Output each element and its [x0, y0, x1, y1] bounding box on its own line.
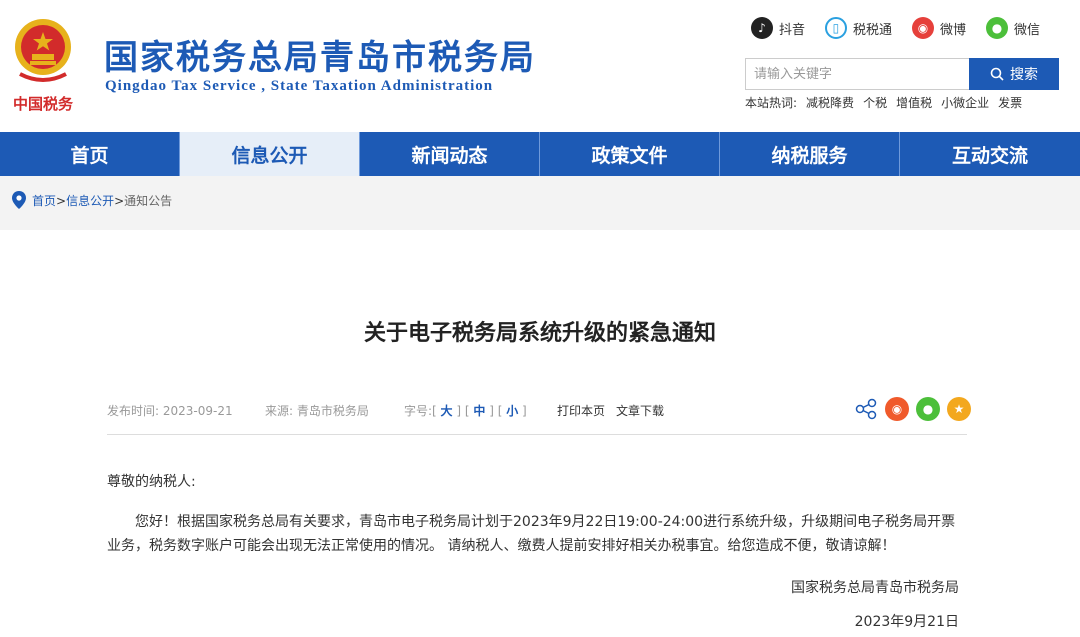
search-box: 搜索 — [745, 58, 1059, 90]
social-label: 税税通 — [852, 22, 892, 38]
breadcrumb-separator: > — [56, 193, 67, 208]
breadcrumb-bar: 首页>信息公开>通知公告 — [0, 176, 1080, 230]
social-link-wechat[interactable]: ● 微信 — [985, 17, 1040, 39]
social-links: ♪ 抖音 ▯ 税税通 ◉ 微博 ● 微信 — [750, 17, 1040, 39]
publish-time: 发布时间: 2023-09-21 — [107, 404, 233, 418]
social-label: 微博 — [939, 22, 966, 38]
hot-keywords-label: 本站热词: — [745, 96, 798, 110]
article-body: 尊敬的纳税人: 您好！根据国家税务总局有关要求，青岛市电子税务局计划于2023年… — [107, 470, 967, 634]
meta-divider — [107, 434, 967, 435]
article-signature: 国家税务总局青岛市税务局 — [791, 580, 959, 596]
breadcrumb-info-disclosure[interactable]: 信息公开 — [66, 194, 114, 208]
nav-item-home[interactable]: 首页 — [0, 132, 180, 176]
article-title: 关于电子税务局系统升级的紧急通知 — [363, 321, 716, 346]
social-link-douyin[interactable]: ♪ 抖音 — [750, 17, 805, 39]
social-label: 微信 — [1013, 22, 1040, 38]
download-article-link[interactable]: 文章下载 — [616, 402, 664, 419]
weibo-icon: ◉ — [911, 17, 934, 39]
breadcrumb-current: 通知公告 — [124, 193, 173, 208]
font-size-small-button[interactable]: 小 — [506, 404, 518, 418]
breadcrumb-home[interactable]: 首页 — [32, 194, 56, 208]
hot-keyword-link[interactable]: 个税 — [863, 94, 887, 111]
article-paragraph: 您好！根据国家税务总局有关要求，青岛市电子税务局计划于2023年9月22日19:… — [107, 514, 956, 554]
article-source: 来源: 青岛市税务局 — [265, 404, 369, 418]
share-icon[interactable] — [854, 397, 878, 421]
share-weibo-icon[interactable]: ◉ — [885, 397, 909, 421]
social-link-weibo[interactable]: ◉ 微博 — [911, 17, 966, 39]
nav-item-tax-service[interactable]: 纳税服务 — [720, 132, 900, 176]
site-subtitle: Qingdao Tax Service , State Taxation Adm… — [105, 78, 494, 94]
font-size-medium-button[interactable]: 中 — [473, 404, 485, 418]
share-wechat-icon[interactable]: ● — [916, 397, 940, 421]
site-title[interactable]: 国家税务总局青岛市税务局 — [104, 30, 536, 79]
national-emblem-logo[interactable]: 中国税务 — [10, 14, 76, 114]
hot-keyword-link[interactable]: 减税降费 — [806, 94, 854, 111]
nav-item-policy[interactable]: 政策文件 — [540, 132, 720, 176]
article-date: 2023年9月21日 — [854, 614, 959, 630]
social-label: 抖音 — [778, 22, 805, 38]
search-button[interactable]: 搜索 — [969, 58, 1059, 90]
print-page-link[interactable]: 打印本页 — [557, 402, 605, 419]
social-link-shuishuitong[interactable]: ▯ 税税通 — [824, 17, 892, 39]
article-meta: 发布时间: 2023-09-21 来源: 青岛市税务局 字号:[ 大 ] [ 中… — [107, 400, 967, 420]
emblem-text: 中国税务 — [13, 95, 74, 113]
nav-item-news[interactable]: 新闻动态 — [360, 132, 540, 176]
breadcrumb-separator: > — [114, 193, 125, 208]
douyin-icon: ♪ — [750, 17, 773, 39]
search-input[interactable] — [745, 58, 969, 90]
salutation: 尊敬的纳税人: — [107, 474, 196, 490]
nav-item-info-disclosure[interactable]: 信息公开 — [180, 132, 360, 176]
search-icon — [990, 67, 1004, 81]
hot-keyword-link[interactable]: 增值税 — [896, 94, 932, 111]
hot-keyword-link[interactable]: 小微企业 — [941, 94, 989, 111]
hot-keywords: 本站热词: 减税降费 个税 增值税 小微企业 发票 — [745, 94, 1022, 111]
breadcrumb: 首页>信息公开>通知公告 — [12, 191, 172, 209]
font-size-control: 字号:[ 大 ] [ 中 ] [ 小 ] — [404, 404, 527, 418]
favorite-star-icon[interactable]: ★ — [947, 397, 971, 421]
location-pin-icon — [12, 191, 26, 209]
share-buttons: ◉ ● ★ — [854, 397, 971, 421]
search-button-label: 搜索 — [1010, 67, 1038, 83]
wechat-icon: ● — [985, 17, 1008, 39]
site-header: 中国税务 国家税务总局青岛市税务局 Qingdao Tax Service , … — [0, 0, 1080, 132]
nav-item-interaction[interactable]: 互动交流 — [900, 132, 1080, 176]
main-nav: 首页 信息公开 新闻动态 政策文件 纳税服务 互动交流 — [0, 132, 1080, 176]
hot-keyword-link[interactable]: 发票 — [998, 94, 1022, 111]
font-size-large-button[interactable]: 大 — [441, 404, 453, 418]
phone-icon: ▯ — [824, 17, 847, 39]
